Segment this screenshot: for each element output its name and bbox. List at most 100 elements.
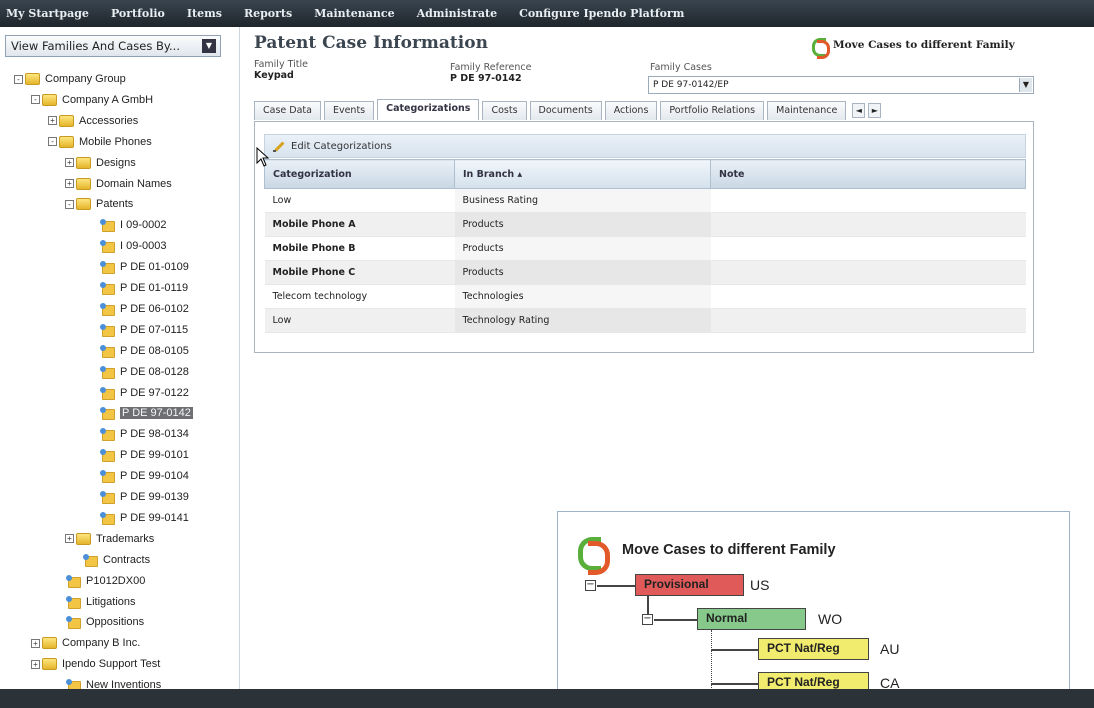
nav-item-maintenance[interactable]: Maintenance bbox=[314, 7, 394, 20]
expand-icon[interactable]: + bbox=[31, 659, 40, 669]
bottom-bar bbox=[0, 689, 1094, 708]
move-family-icon bbox=[812, 36, 830, 59]
tree-node[interactable]: + Accessories bbox=[48, 111, 138, 131]
collapse-icon[interactable]: − bbox=[642, 614, 653, 625]
connector-line bbox=[597, 585, 635, 587]
tree-node-label: Accessories bbox=[79, 114, 139, 127]
view-families-dropdown[interactable]: View Families And Cases By... ▼ bbox=[5, 35, 221, 57]
expand-icon[interactable]: + bbox=[65, 179, 74, 188]
tree-node[interactable]: P DE 99-0141 bbox=[100, 508, 189, 528]
family-node-box[interactable]: Normal bbox=[697, 608, 806, 630]
collapse-icon[interactable]: - bbox=[31, 95, 40, 105]
tree-node-label: P DE 99-0104 bbox=[120, 470, 189, 483]
tree-node[interactable]: P DE 01-0119 bbox=[100, 278, 188, 298]
family-node-box[interactable]: Provisional bbox=[635, 574, 744, 596]
tab-portfolio-relations[interactable]: Portfolio Relations bbox=[660, 101, 765, 120]
tree-node[interactable]: - Patents bbox=[65, 194, 133, 214]
collapse-icon[interactable]: − bbox=[585, 580, 596, 591]
tree-node[interactable]: P DE 99-0104 bbox=[100, 466, 189, 486]
move-cases-link[interactable]: Move Cases to different Family bbox=[812, 36, 1015, 59]
tab-scroll-right-icon[interactable]: ► bbox=[868, 103, 882, 118]
country-code: WO bbox=[818, 611, 843, 627]
table-row[interactable]: Mobile Phone A Products bbox=[264, 212, 1026, 237]
tree-node[interactable]: - Company Group bbox=[14, 69, 126, 89]
categorizations-table: Categorization In Branch ▴ Note Low Busin… bbox=[264, 159, 1026, 333]
tab-maintenance[interactable]: Maintenance bbox=[767, 101, 847, 120]
case-icon bbox=[100, 282, 115, 295]
tab-case-data[interactable]: Case Data bbox=[254, 101, 321, 120]
tree-node[interactable]: P DE 97-0142 bbox=[100, 403, 193, 423]
case-icon bbox=[100, 407, 115, 421]
table-row[interactable]: Mobile Phone C Products bbox=[264, 260, 1026, 285]
tab-costs[interactable]: Costs bbox=[482, 101, 527, 120]
collapse-icon[interactable]: - bbox=[65, 199, 74, 209]
tree-node[interactable]: P1012DX00 bbox=[66, 571, 145, 591]
tree-node[interactable]: P DE 06-0102 bbox=[100, 299, 189, 319]
tree-node-label: P DE 08-0105 bbox=[120, 344, 189, 357]
column-header-in-branch[interactable]: In Branch ▴ bbox=[454, 159, 711, 189]
case-icon bbox=[66, 595, 81, 609]
table-row[interactable]: Telecom technology Technologies bbox=[264, 284, 1026, 309]
tab-scroll-left-icon[interactable]: ◄ bbox=[852, 103, 866, 118]
nav-item-reports[interactable]: Reports bbox=[244, 7, 292, 20]
tab-events[interactable]: Events bbox=[323, 101, 375, 120]
case-icon bbox=[100, 491, 115, 504]
tree-node[interactable]: - Company A GmbH bbox=[31, 90, 153, 110]
tree-node[interactable]: I 09-0003 bbox=[100, 236, 166, 256]
collapse-icon[interactable]: - bbox=[14, 74, 23, 84]
tree-node[interactable]: Contracts bbox=[83, 550, 150, 570]
nav-item-configure-ipendo-platform[interactable]: Configure Ipendo Platform bbox=[519, 7, 684, 20]
tree-node[interactable]: P DE 08-0105 bbox=[100, 341, 189, 361]
tree-node[interactable]: + Trademarks bbox=[65, 529, 154, 549]
note-cell bbox=[710, 260, 1026, 285]
tree-node[interactable]: Oppositions bbox=[66, 612, 144, 632]
expand-icon[interactable]: + bbox=[48, 116, 57, 126]
family-node-box[interactable]: PCT Nat/Reg bbox=[758, 638, 869, 660]
case-icon bbox=[100, 386, 115, 400]
table-row[interactable]: Low Business Rating bbox=[264, 188, 1026, 213]
tree-node[interactable]: P DE 97-0122 bbox=[100, 383, 189, 403]
tree-node[interactable]: P DE 08-0128 bbox=[100, 362, 189, 382]
table-row[interactable]: Low Technology Rating bbox=[264, 308, 1026, 333]
tab-actions[interactable]: Actions bbox=[604, 101, 658, 120]
case-icon bbox=[100, 240, 115, 254]
tree-node-label: P DE 97-0122 bbox=[120, 386, 189, 399]
expand-icon[interactable]: + bbox=[65, 158, 74, 168]
top-navigation: My Startpage Portfolio Items Reports Mainten… bbox=[0, 0, 1094, 27]
nav-item-items[interactable]: Items bbox=[187, 7, 222, 20]
nav-item-administrate[interactable]: Administrate bbox=[417, 7, 498, 20]
nav-item-portfolio[interactable]: Portfolio bbox=[111, 7, 165, 20]
table-row[interactable]: Mobile Phone B Products bbox=[264, 236, 1026, 261]
tree-node[interactable]: - Mobile Phones bbox=[48, 132, 152, 152]
tree-node[interactable]: P DE 01-0109 bbox=[100, 257, 189, 277]
tree-node[interactable]: + Company B Inc. bbox=[31, 633, 140, 653]
case-icon bbox=[100, 323, 115, 337]
tree-node-label: Mobile Phones bbox=[79, 135, 152, 148]
folder-icon bbox=[59, 135, 74, 148]
tree-node[interactable]: I 09-0002 bbox=[100, 215, 166, 235]
tree-node[interactable]: P DE 99-0101 bbox=[100, 445, 189, 465]
tree-node[interactable]: + Domain Names bbox=[65, 174, 172, 194]
tree-node-label: P DE 07-0115 bbox=[120, 323, 189, 336]
tree-node[interactable]: + Ipendo Support Test bbox=[31, 654, 160, 674]
column-header-note[interactable]: Note bbox=[710, 159, 1026, 189]
nav-item-my-startpage[interactable]: My Startpage bbox=[6, 7, 89, 20]
tree-node-label: P DE 08-0128 bbox=[120, 365, 189, 378]
edit-categorizations-button[interactable]: Edit Categorizations bbox=[264, 134, 1026, 158]
expand-icon[interactable]: + bbox=[31, 638, 40, 648]
note-cell bbox=[710, 188, 1026, 213]
tab-documents[interactable]: Documents bbox=[529, 101, 602, 120]
case-tabs: Case Data Events Categorizations Costs Docum… bbox=[254, 99, 882, 121]
tree-node[interactable]: Litigations bbox=[66, 592, 136, 612]
tree-node-label: I 09-0002 bbox=[120, 219, 167, 232]
tree-node[interactable]: P DE 07-0115 bbox=[100, 320, 188, 340]
tree-node[interactable]: P DE 99-0139 bbox=[100, 487, 189, 507]
tab-categorizations[interactable]: Categorizations bbox=[377, 99, 480, 120]
tree-node-label: Company B Inc. bbox=[62, 637, 141, 650]
family-cases-dropdown[interactable]: P DE 97-0142/EP ▼ bbox=[648, 76, 1034, 94]
tree-node[interactable]: + Designs bbox=[65, 153, 136, 173]
collapse-icon[interactable]: - bbox=[48, 137, 57, 147]
column-header-categorization[interactable]: Categorization bbox=[264, 159, 455, 189]
tree-node[interactable]: P DE 98-0134 bbox=[100, 424, 189, 444]
expand-icon[interactable]: + bbox=[65, 534, 74, 544]
